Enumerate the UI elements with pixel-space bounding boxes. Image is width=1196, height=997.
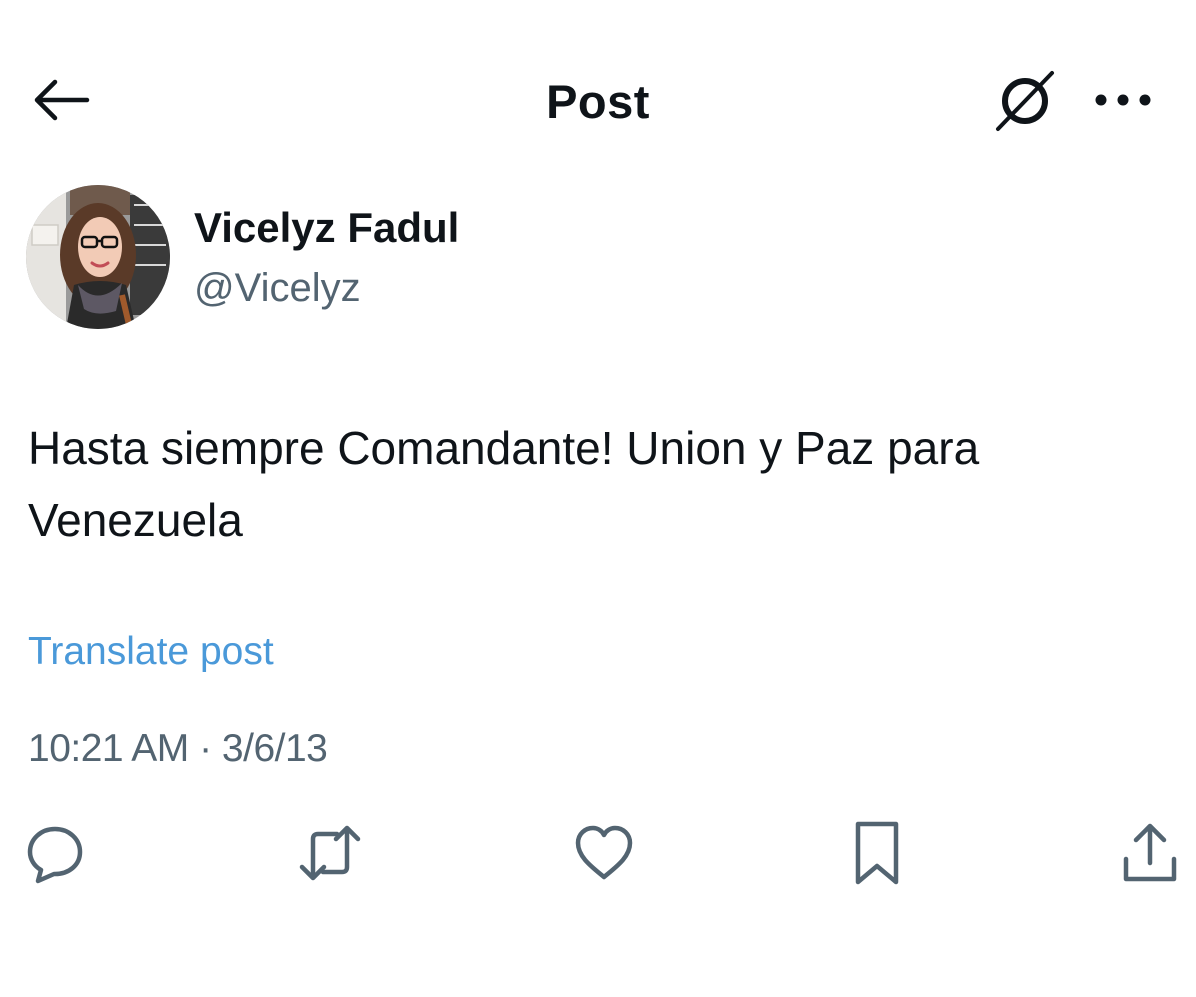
post-timestamp[interactable]: 10:21 AM · 3/6/13 <box>28 727 328 771</box>
repost-button[interactable] <box>292 815 368 891</box>
grok-button[interactable] <box>990 66 1060 136</box>
repost-icon <box>299 825 361 881</box>
reply-button[interactable] <box>17 815 93 891</box>
translate-post-link[interactable]: Translate post <box>28 630 274 674</box>
avatar[interactable] <box>26 185 170 329</box>
author-handle[interactable]: @Vicelyz <box>194 266 361 311</box>
like-button[interactable] <box>566 815 642 891</box>
reply-icon <box>27 826 83 884</box>
grok-slash-circle-icon <box>996 71 1054 131</box>
more-options-button[interactable] <box>1088 78 1158 122</box>
bookmark-button[interactable] <box>839 815 915 891</box>
post-action-bar <box>0 815 1196 895</box>
top-bar: Post <box>0 0 1196 200</box>
like-icon <box>575 825 633 880</box>
post-text: Hasta siempre Comandante! Union y Paz pa… <box>28 422 980 546</box>
bookmark-icon <box>855 821 899 885</box>
share-button[interactable] <box>1112 815 1188 891</box>
more-horizontal-icon <box>1095 94 1151 106</box>
share-icon <box>1123 823 1177 882</box>
author-display-name[interactable]: Vicelyz Fadul <box>194 204 459 252</box>
avatar-photo <box>26 185 170 329</box>
